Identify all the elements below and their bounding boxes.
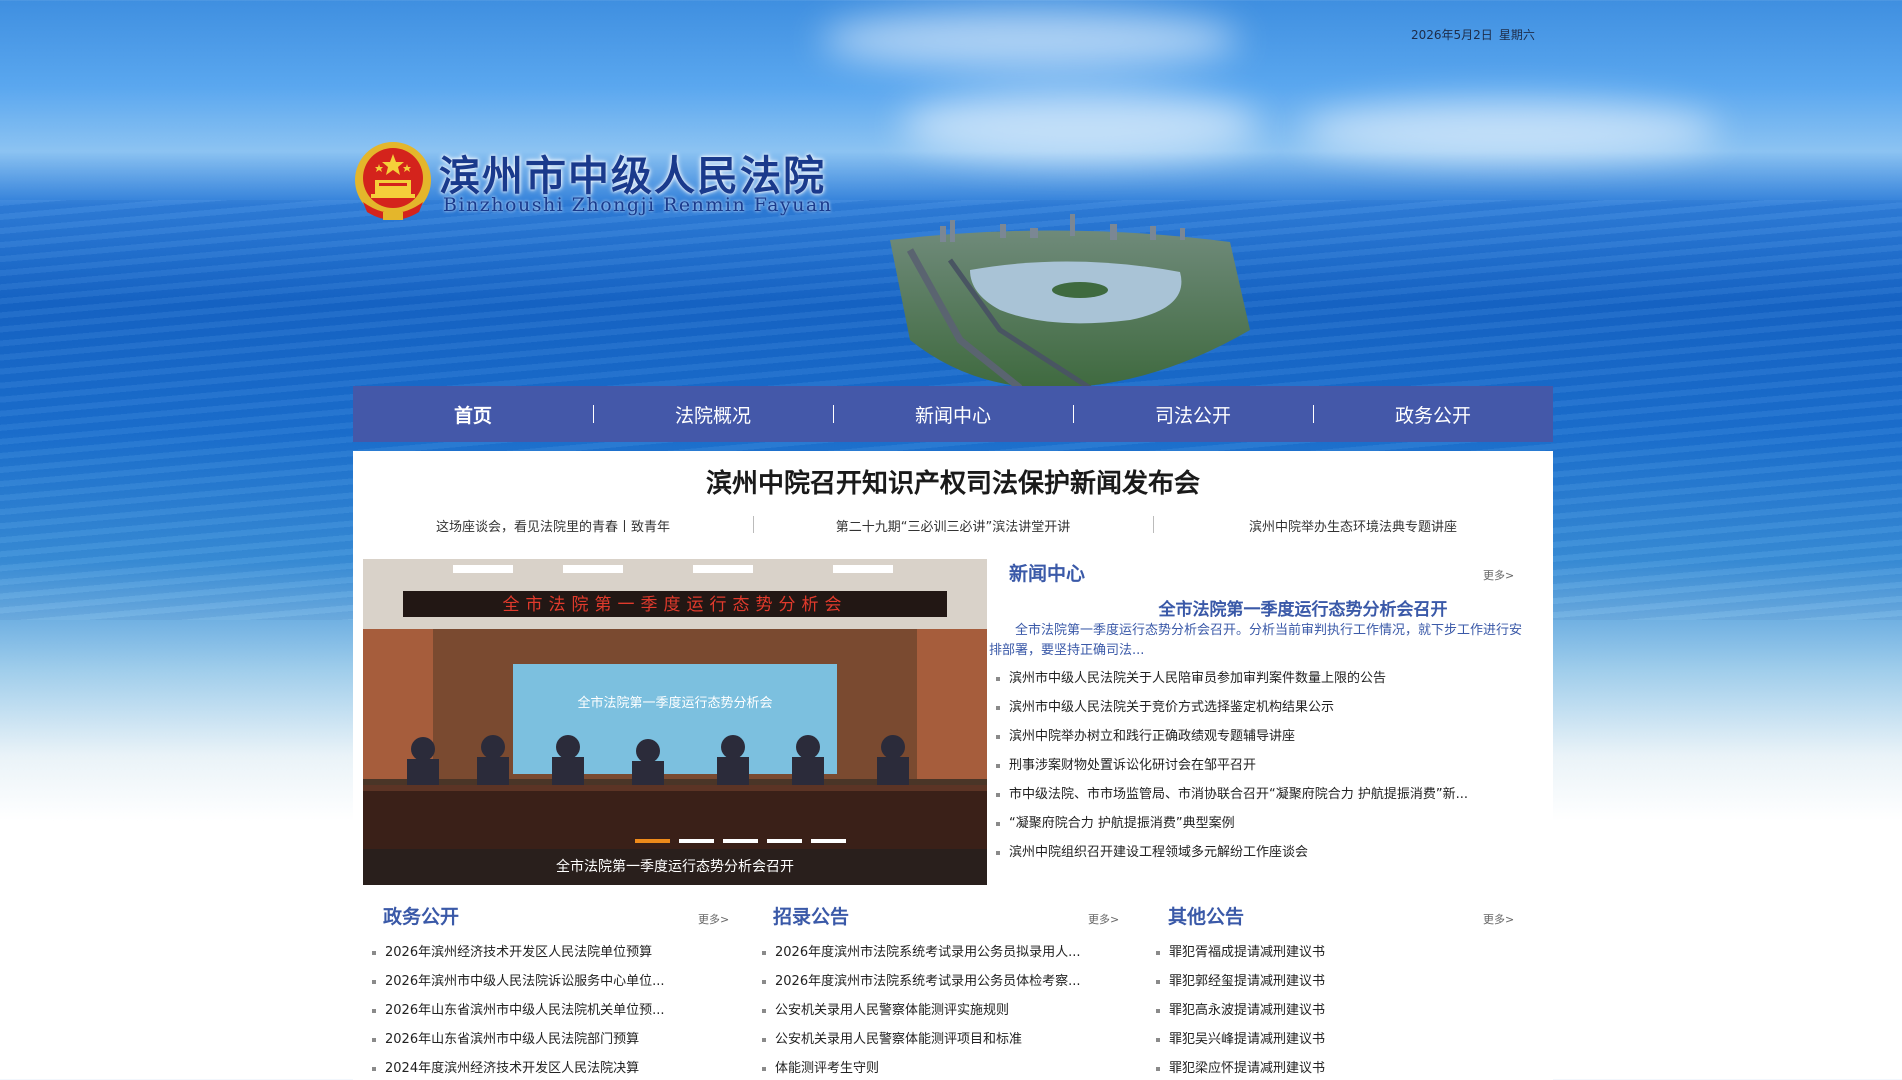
news-list: 滨州市中级人民法院关于人民陪审员参加审判案件数量上限的公告 滨州市中级人民法院关… bbox=[993, 664, 1533, 867]
recruit-list: 2026年度滨州市法院系统考试录用公务员拟录用人... 2026年度滨州市法院系… bbox=[759, 938, 1099, 1080]
city-aerial-photo bbox=[890, 214, 1250, 388]
slider-dot[interactable] bbox=[767, 839, 802, 843]
recruit-item[interactable]: 公安机关录用人民警察体能测评项目和标准 bbox=[759, 1025, 1099, 1054]
other-notices-title[interactable]: 其他公告 bbox=[1168, 902, 1244, 929]
headline-link[interactable]: 滨州中院召开知识产权司法保护新闻发布会 bbox=[353, 463, 1553, 500]
recruit-item[interactable]: 体能测评考生守则 bbox=[759, 1054, 1099, 1080]
other-notice-item[interactable]: 罪犯郭经玺提请减刑建议书 bbox=[1153, 967, 1493, 996]
news-list-item[interactable]: 滨州市中级人民法院关于竞价方式选择鉴定机构结果公示 bbox=[993, 693, 1533, 722]
news-list-item[interactable]: 市中级法院、市市场监管局、市消协联合召开“凝聚府院合力 护航提振消费”新... bbox=[993, 780, 1533, 809]
nav-news-center[interactable]: 新闻中心 bbox=[833, 401, 1073, 428]
current-date: 2026年5月2日 星期六 bbox=[1411, 26, 1535, 43]
gov-affairs-title[interactable]: 政务公开 bbox=[383, 902, 459, 929]
sub-headline-link[interactable]: 这场座谈会，看见法院里的青春丨致青年 bbox=[353, 516, 753, 535]
other-notices-list: 罪犯胥福成提请减刑建议书 罪犯郭经玺提请减刑建议书 罪犯高永波提请减刑建议书 罪… bbox=[1153, 938, 1493, 1080]
site-pinyin: Binzhoushi Zhongji Renmin Fayuan bbox=[443, 194, 833, 216]
gov-affairs-item[interactable]: 2024年度滨州经济技术开发区人民法院决算 bbox=[369, 1054, 709, 1080]
news-center-more-link[interactable]: 更多> bbox=[1483, 567, 1514, 583]
slider-dot[interactable] bbox=[635, 839, 670, 843]
national-emblem-icon bbox=[355, 142, 431, 220]
gov-affairs-item[interactable]: 2026年滨州经济技术开发区人民法院单位预算 bbox=[369, 938, 709, 967]
sub-headline-link[interactable]: 滨州中院举办生态环境法典专题讲座 bbox=[1153, 516, 1553, 535]
nav-home[interactable]: 首页 bbox=[353, 401, 593, 428]
slider-dots bbox=[635, 839, 846, 843]
slide-photo: 全市法院第一季度运行态势分析会 全市法院第一季度运行态势分析会 bbox=[363, 559, 987, 885]
site-title: 滨州市中级人民法院 bbox=[439, 152, 826, 200]
gov-affairs-item[interactable]: 2026年山东省滨州市中级人民法院部门预算 bbox=[369, 1025, 709, 1054]
news-list-item[interactable]: “凝聚府院合力 护航提振消费”典型案例 bbox=[993, 809, 1533, 838]
news-center-title[interactable]: 新闻中心 bbox=[1009, 559, 1085, 586]
sub-headline-link[interactable]: 第二十九期“三必训三必讲”滨法讲堂开讲 bbox=[753, 516, 1153, 535]
slider-dot[interactable] bbox=[723, 839, 758, 843]
recruit-item[interactable]: 2026年度滨州市法院系统考试录用公务员拟录用人... bbox=[759, 938, 1099, 967]
gov-affairs-more-link[interactable]: 更多> bbox=[698, 911, 729, 927]
date-text: 2026年5月2日 bbox=[1411, 28, 1493, 42]
other-notices-more-link[interactable]: 更多> bbox=[1483, 911, 1514, 927]
svg-text:全市法院第一季度运行态势分析会: 全市法院第一季度运行态势分析会 bbox=[503, 595, 848, 615]
other-notice-item[interactable]: 罪犯吴兴峰提请减刑建议书 bbox=[1153, 1025, 1493, 1054]
gov-affairs-item[interactable]: 2026年山东省滨州市中级人民法院机关单位预... bbox=[369, 996, 709, 1025]
gov-affairs-item[interactable]: 2026年滨州市中级人民法院诉讼服务中心单位... bbox=[369, 967, 709, 996]
news-list-item[interactable]: 刑事涉案财物处置诉讼化研讨会在邹平召开 bbox=[993, 751, 1533, 780]
news-feature-title[interactable]: 全市法院第一季度运行态势分析会召开 bbox=[1103, 595, 1503, 620]
photo-slider[interactable]: 全市法院第一季度运行态势分析会 全市法院第一季度运行态势分析会 全市法院第一季度… bbox=[363, 559, 987, 885]
news-feature-summary: 全市法院第一季度运行态势分析会召开。分析当前审判执行工作情况，就下步工作进行安排… bbox=[989, 623, 1523, 658]
slider-dot[interactable] bbox=[811, 839, 846, 843]
gov-affairs-list: 2026年滨州经济技术开发区人民法院单位预算 2026年滨州市中级人民法院诉讼服… bbox=[369, 938, 709, 1080]
recruit-title[interactable]: 招录公告 bbox=[773, 902, 849, 929]
weekday-text: 星期六 bbox=[1498, 28, 1535, 42]
slider-dot[interactable] bbox=[679, 839, 714, 843]
other-notice-item[interactable]: 罪犯高永波提请减刑建议书 bbox=[1153, 996, 1493, 1025]
main-nav: 首页 法院概况 新闻中心 司法公开 政务公开 bbox=[353, 386, 1553, 442]
recruit-more-link[interactable]: 更多> bbox=[1088, 911, 1119, 927]
news-list-item[interactable]: 滨州市中级人民法院关于人民陪审员参加审判案件数量上限的公告 bbox=[993, 664, 1533, 693]
recruit-item[interactable]: 2026年度滨州市法院系统考试录用公务员体检考察... bbox=[759, 967, 1099, 996]
sky-cloud bbox=[820, 10, 1240, 70]
news-list-item[interactable]: 滨州中院组织召开建设工程领域多元解纷工作座谈会 bbox=[993, 838, 1533, 867]
nav-judicial-openness[interactable]: 司法公开 bbox=[1073, 401, 1313, 428]
header-banner: 滨州市中级人民法院 Binzhoushi Zhongji Renmin Fayu… bbox=[353, 130, 1553, 388]
nav-court-overview[interactable]: 法院概况 bbox=[593, 401, 833, 428]
svg-text:全市法院第一季度运行态势分析会: 全市法院第一季度运行态势分析会 bbox=[577, 695, 772, 711]
slide-caption[interactable]: 全市法院第一季度运行态势分析会召开 bbox=[363, 849, 987, 885]
sub-headlines: 这场座谈会，看见法院里的青春丨致青年 第二十九期“三必训三必讲”滨法讲堂开讲 滨… bbox=[353, 516, 1553, 535]
other-notice-item[interactable]: 罪犯梁应怀提请减刑建议书 bbox=[1153, 1054, 1493, 1080]
news-list-item[interactable]: 滨州中院举办树立和践行正确政绩观专题辅导讲座 bbox=[993, 722, 1533, 751]
nav-gov-affairs[interactable]: 政务公开 bbox=[1313, 401, 1553, 428]
main-panel: 滨州中院召开知识产权司法保护新闻发布会 这场座谈会，看见法院里的青春丨致青年 第… bbox=[353, 451, 1553, 1080]
other-notice-item[interactable]: 罪犯胥福成提请减刑建议书 bbox=[1153, 938, 1493, 967]
recruit-item[interactable]: 公安机关录用人民警察体能测评实施规则 bbox=[759, 996, 1099, 1025]
